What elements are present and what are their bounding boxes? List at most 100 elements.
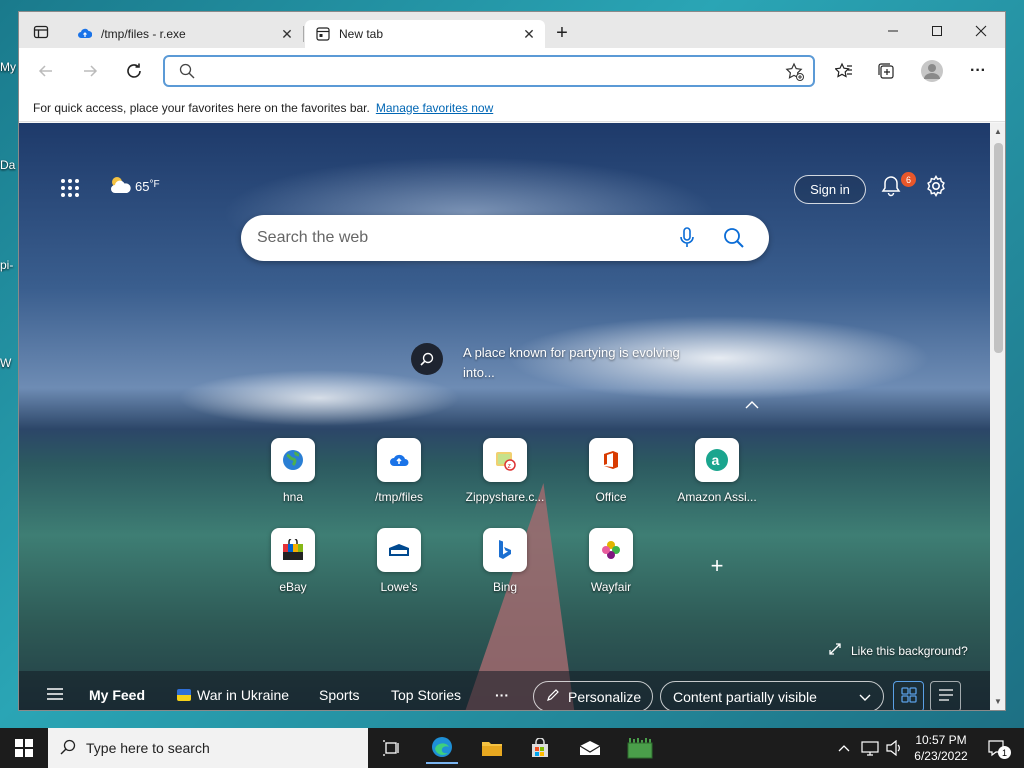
quick-link-tile[interactable]: Bing: [455, 528, 555, 594]
scroll-up-icon[interactable]: ▲: [994, 127, 1002, 136]
settings-more-icon[interactable]: ···: [963, 56, 993, 86]
show-hidden-icons-chevron-icon[interactable]: [834, 732, 854, 764]
web-search-input[interactable]: [257, 228, 657, 248]
favorites-bar-message: For quick access, place your favorites h…: [33, 100, 370, 115]
add-site-plus-icon[interactable]: +: [705, 553, 729, 579]
windows-start-icon[interactable]: [8, 732, 40, 764]
globe-icon: [271, 438, 315, 482]
microphone-icon[interactable]: [679, 227, 695, 252]
tile-label: Bing: [492, 580, 518, 594]
feed-tab-war-in-ukraine[interactable]: War in Ukraine: [177, 687, 289, 703]
ukraine-flag-icon: [177, 689, 191, 701]
svg-text:z: z: [508, 463, 512, 470]
quick-link-tile[interactable]: hna: [243, 438, 343, 504]
office-icon: [589, 438, 633, 482]
quick-link-tile[interactable]: eBay: [243, 528, 343, 594]
clock-date: 6/23/2022: [914, 749, 968, 763]
mail-icon[interactable]: [574, 732, 606, 764]
manage-favorites-link[interactable]: Manage favorites now: [376, 101, 493, 115]
task-view-icon[interactable]: [376, 732, 408, 764]
address-bar[interactable]: [163, 55, 815, 87]
browser-window: /tmp/files - r.exe ✕ New tab ✕ + ··· For…: [18, 11, 1006, 711]
quick-link-tile[interactable]: Lowe's: [349, 528, 449, 594]
cloud-upload-icon: [77, 26, 93, 42]
list-layout-button[interactable]: [930, 681, 961, 710]
tile-label: Wayfair: [590, 580, 632, 594]
amazon-assistant-icon: a: [695, 438, 739, 482]
app-launcher-icon[interactable]: [61, 179, 79, 197]
personalize-button[interactable]: Personalize: [533, 681, 653, 710]
scroll-down-icon[interactable]: ▼: [994, 697, 1002, 706]
weather-temp: 65: [135, 179, 150, 194]
app-taskbar-icon[interactable]: [624, 732, 656, 764]
search-submit-icon[interactable]: [723, 227, 745, 252]
more-icon[interactable]: ···: [495, 687, 509, 703]
favorites-bar: For quick access, place your favorites h…: [19, 94, 1005, 122]
refresh-button[interactable]: [119, 56, 149, 86]
feed-tab-top-stories[interactable]: Top Stories: [391, 687, 461, 703]
new-tab-plus-icon[interactable]: +: [549, 20, 575, 46]
feed-tab-sports[interactable]: Sports: [319, 687, 359, 703]
volume-icon[interactable]: [882, 732, 906, 764]
sign-in-button[interactable]: Sign in: [794, 175, 866, 204]
tile-label: Zippyshare.c...: [465, 490, 545, 504]
file-explorer-icon[interactable]: [476, 732, 508, 764]
tab-new-tab[interactable]: New tab ✕: [305, 20, 545, 48]
taskbar-search-box[interactable]: Type here to search: [48, 728, 368, 768]
action-center-icon[interactable]: 1: [982, 732, 1011, 764]
page-scrollbar[interactable]: ▲ ▼: [990, 123, 1005, 710]
background-headline[interactable]: A place known for partying is evolving i…: [411, 343, 713, 383]
like-background-link[interactable]: Like this background?: [829, 643, 968, 658]
tile-label: Lowe's: [380, 580, 418, 594]
windows-taskbar: Type here to search 10:57 PM 6/23/2022 1: [0, 728, 1024, 768]
quick-link-tile[interactable]: Office: [561, 438, 661, 504]
system-clock[interactable]: 10:57 PM 6/23/2022: [906, 732, 976, 764]
tab-title: /tmp/files - r.exe: [101, 27, 186, 41]
add-favorite-icon[interactable]: [785, 62, 805, 85]
bing-icon: [483, 528, 527, 572]
weather-widget[interactable]: 65 °F: [109, 175, 160, 198]
desktop-label-pi[interactable]: pi-: [0, 258, 18, 272]
close-tab-icon[interactable]: ✕: [521, 26, 537, 42]
edge-browser-icon[interactable]: [426, 732, 458, 764]
taskbar-search-placeholder: Type here to search: [86, 740, 210, 756]
gear-icon[interactable]: [925, 175, 949, 199]
ebay-icon: [271, 528, 315, 572]
feed-tab-my-feed[interactable]: My Feed: [89, 687, 145, 703]
grid-layout-button[interactable]: [893, 681, 924, 710]
expand-icon: [829, 643, 841, 658]
tile-label: Office: [595, 490, 627, 504]
content-visibility-select[interactable]: Content partially visible: [660, 681, 884, 710]
quick-link-tile[interactable]: a Amazon Assi...: [667, 438, 767, 504]
tile-label: Amazon Assi...: [677, 490, 757, 504]
newtab-icon: [315, 26, 331, 42]
desktop-label-da[interactable]: Da: [0, 158, 18, 172]
profile-avatar[interactable]: [917, 56, 947, 86]
store-icon[interactable]: [524, 732, 556, 764]
favorites-icon[interactable]: [829, 56, 859, 86]
maximize-button[interactable]: [915, 18, 959, 44]
chevron-up-icon[interactable]: [745, 398, 759, 412]
headline-text: A place known for partying is evolving i…: [463, 345, 680, 380]
desktop-label-w[interactable]: W: [0, 356, 18, 370]
close-tab-icon[interactable]: ✕: [279, 26, 295, 42]
minimize-button[interactable]: [871, 18, 915, 44]
hamburger-menu-icon[interactable]: [47, 687, 63, 704]
back-button[interactable]: [31, 56, 61, 86]
web-search-box[interactable]: [241, 215, 769, 261]
tile-label: eBay: [279, 580, 307, 594]
tab-tmp-files[interactable]: /tmp/files - r.exe ✕: [67, 20, 303, 48]
close-window-button[interactable]: [959, 18, 1003, 44]
quick-link-tile[interactable]: /tmp/files: [349, 438, 449, 504]
collections-icon[interactable]: [871, 56, 901, 86]
quick-link-tile[interactable]: Wayfair: [561, 528, 661, 594]
scrollbar-thumb[interactable]: [994, 143, 1003, 353]
network-icon[interactable]: [858, 732, 882, 764]
forward-button[interactable]: [75, 56, 105, 86]
tab-actions-icon[interactable]: [29, 20, 53, 44]
tab-title: New tab: [339, 27, 384, 41]
quick-link-tile[interactable]: z Zippyshare.c...: [455, 438, 555, 504]
partly-cloudy-icon: [109, 175, 133, 198]
desktop-label-my[interactable]: My: [0, 60, 18, 74]
address-input[interactable]: [209, 63, 769, 81]
